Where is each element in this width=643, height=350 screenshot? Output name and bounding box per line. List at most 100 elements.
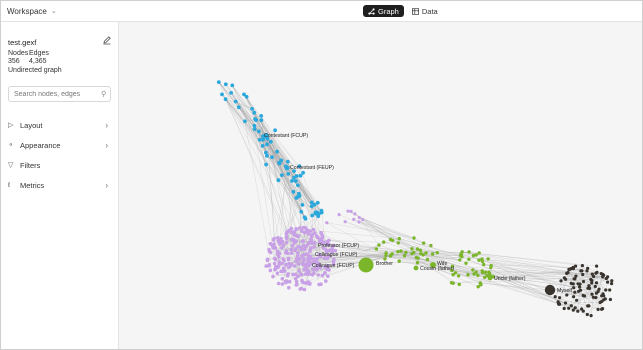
purple-node[interactable] [277, 260, 281, 264]
purple-node[interactable] [280, 282, 285, 286]
dark-node[interactable] [585, 312, 589, 317]
green-node[interactable] [467, 250, 471, 254]
green-node[interactable] [415, 247, 420, 251]
purple-node[interactable] [320, 233, 324, 237]
purple-node[interactable] [309, 237, 313, 241]
blue-node[interactable] [270, 155, 274, 160]
purple-node[interactable] [307, 272, 311, 277]
green-node[interactable] [399, 249, 403, 253]
purple-node[interactable] [280, 246, 284, 250]
purple-node[interactable] [316, 273, 320, 277]
dark-node[interactable] [594, 291, 598, 295]
purple-node[interactable] [298, 257, 302, 261]
dark-node[interactable] [559, 279, 563, 283]
green-node[interactable] [396, 250, 400, 254]
green-node[interactable] [396, 241, 400, 245]
purple-node[interactable] [297, 262, 301, 266]
green-node[interactable] [397, 259, 401, 263]
dark-node[interactable] [597, 287, 601, 291]
purple-node[interactable] [283, 251, 288, 255]
purple-node[interactable] [323, 271, 327, 275]
dark-node[interactable] [610, 282, 614, 286]
green-node[interactable] [377, 243, 381, 247]
green-node[interactable] [460, 250, 464, 254]
blue-node[interactable] [300, 203, 305, 207]
dark-node[interactable] [574, 274, 578, 278]
dark-node[interactable] [574, 264, 578, 268]
dark-node[interactable] [581, 293, 585, 298]
green-node[interactable] [471, 253, 476, 258]
purple-node[interactable] [317, 282, 321, 287]
blue-node[interactable] [275, 149, 279, 154]
purple-node[interactable] [292, 264, 297, 268]
blue-node[interactable] [264, 162, 268, 167]
purple-node[interactable] [275, 271, 280, 276]
purple-node[interactable] [302, 262, 306, 267]
green-node[interactable] [456, 274, 461, 278]
tab-data[interactable]: Data [407, 5, 443, 17]
blue-node[interactable] [279, 158, 284, 163]
dark-node[interactable] [562, 306, 566, 311]
dark-node[interactable] [587, 284, 591, 288]
green-node[interactable] [418, 248, 423, 252]
dark-node[interactable] [586, 304, 590, 308]
green-node[interactable] [477, 258, 481, 262]
purple-node[interactable] [298, 226, 302, 230]
purple-node[interactable] [287, 279, 292, 284]
green-node[interactable] [424, 251, 428, 255]
purple-node[interactable] [284, 279, 289, 283]
myself-node[interactable] [544, 284, 556, 296]
green-node[interactable] [458, 258, 462, 262]
purple-node[interactable] [287, 261, 291, 266]
green-node[interactable] [449, 281, 454, 285]
blue-node[interactable] [230, 83, 235, 88]
green-node[interactable] [412, 250, 416, 255]
purple-node[interactable] [346, 209, 350, 213]
green-node[interactable] [464, 261, 468, 265]
blue-node[interactable] [252, 110, 257, 115]
green-node[interactable] [430, 252, 435, 256]
purple-node[interactable] [289, 247, 294, 252]
purple-node[interactable] [301, 243, 306, 248]
purple-node[interactable] [310, 232, 315, 237]
purple-node[interactable] [289, 251, 294, 255]
dark-node[interactable] [589, 314, 593, 318]
blue-node[interactable] [269, 139, 273, 144]
purple-node[interactable] [290, 244, 295, 248]
green-node[interactable] [422, 241, 426, 245]
dark-node[interactable] [577, 289, 581, 293]
green-node[interactable] [482, 262, 486, 267]
purple-node[interactable] [276, 281, 281, 286]
dark-node[interactable] [594, 296, 598, 300]
blue-node[interactable] [260, 144, 265, 148]
menu-item-appearance[interactable]: ⚬ Appearance › [8, 135, 108, 155]
purple-node[interactable] [320, 273, 325, 278]
purple-node[interactable] [277, 255, 281, 259]
dark-node[interactable] [608, 288, 612, 292]
blue-node[interactable] [295, 195, 300, 200]
dark-node[interactable] [581, 272, 585, 277]
highlighted-node[interactable] [358, 257, 374, 273]
dark-node[interactable] [585, 269, 589, 273]
blue-node[interactable] [296, 191, 301, 196]
network-graph[interactable]: Contestant (FCUP) Contestant (FEUP) Prof… [119, 22, 642, 349]
green-node[interactable] [483, 270, 488, 274]
purple-node[interactable] [306, 269, 311, 273]
dark-node[interactable] [580, 264, 584, 268]
green-node[interactable] [477, 251, 481, 255]
blue-node[interactable] [265, 154, 269, 158]
purple-node[interactable] [264, 264, 268, 268]
purple-node[interactable] [282, 269, 287, 273]
dark-node[interactable] [569, 304, 573, 308]
purple-node[interactable] [280, 277, 285, 281]
blue-node[interactable] [257, 137, 262, 142]
purple-node[interactable] [343, 220, 347, 224]
dark-node[interactable] [572, 286, 576, 290]
green-node[interactable] [480, 259, 485, 264]
blue-node[interactable] [301, 170, 305, 175]
green-node[interactable] [388, 254, 393, 258]
blue-node[interactable] [254, 118, 258, 122]
purple-node[interactable] [305, 228, 310, 232]
graph-canvas[interactable]: Contestant (FCUP) Contestant (FEUP) Prof… [119, 22, 642, 349]
blue-node[interactable] [233, 99, 238, 104]
